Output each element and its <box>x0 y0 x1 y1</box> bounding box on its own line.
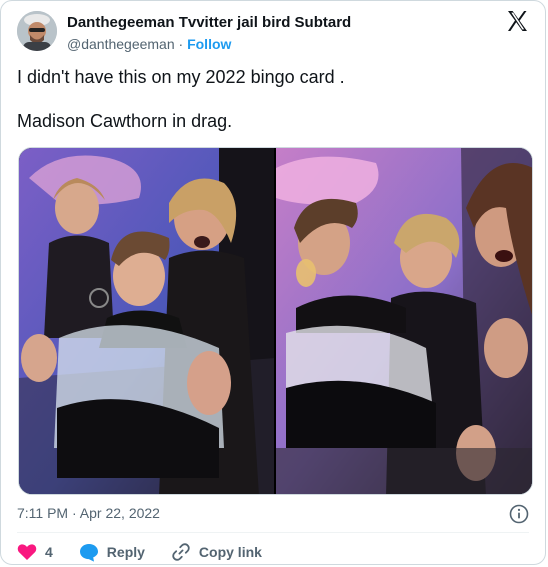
photo-left[interactable] <box>19 148 274 494</box>
tweet-actions: 4 Reply Copy link <box>17 541 288 563</box>
info-icon[interactable] <box>509 504 529 524</box>
tweet-card: Danthegeeman Tvvitter jail bird Subtard … <box>0 0 546 565</box>
author-handle-row: @danthegeeman · Follow <box>67 35 351 53</box>
copy-link-label: Copy link <box>198 544 262 560</box>
tweet-text-line-2: Madison Cawthorn in drag. <box>17 111 233 131</box>
tweet-timestamp: 7:11 PM · Apr 22, 2022 <box>17 504 160 522</box>
like-count: 4 <box>45 544 53 560</box>
reply-button[interactable]: Reply <box>79 543 145 562</box>
follow-button[interactable]: Follow <box>187 36 231 52</box>
handle-separator: · <box>178 36 184 52</box>
timestamp-time[interactable]: 7:11 PM <box>17 505 68 521</box>
heart-icon <box>17 544 37 560</box>
tweet-media[interactable] <box>18 147 533 495</box>
like-button[interactable]: 4 <box>17 543 53 561</box>
author-info: Danthegeeman Tvvitter jail bird Subtard … <box>67 13 351 53</box>
tweet-text-line-1: I didn't have this on my 2022 bingo card… <box>17 67 345 87</box>
link-icon <box>172 543 190 561</box>
timestamp-date[interactable]: Apr 22, 2022 <box>80 505 160 521</box>
avatar[interactable] <box>17 11 57 51</box>
author-handle[interactable]: @danthegeeman <box>67 36 175 52</box>
timestamp-separator: · <box>72 505 77 521</box>
copy-link-button[interactable]: Copy link <box>171 542 262 562</box>
photo-right[interactable] <box>276 148 532 494</box>
x-logo-icon[interactable] <box>505 9 529 33</box>
tweet-text: I didn't have this on my 2022 bingo card… <box>17 65 529 133</box>
author-display-name[interactable]: Danthegeeman Tvvitter jail bird Subtard <box>67 13 351 33</box>
reply-label: Reply <box>106 544 145 560</box>
divider <box>17 532 529 533</box>
speech-bubble-icon <box>79 543 98 562</box>
tweet-header: Danthegeeman Tvvitter jail bird Subtard … <box>17 11 529 55</box>
